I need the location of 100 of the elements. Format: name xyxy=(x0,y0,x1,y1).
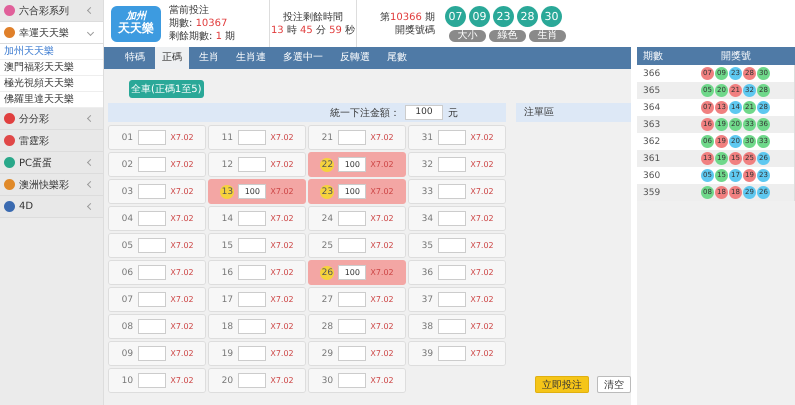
submenu-item[interactable]: 澳門福彩天天樂 xyxy=(0,60,103,76)
bet-amount-field[interactable]: 100 xyxy=(338,184,366,199)
bet-cell[interactable]: 39 X7.02 xyxy=(408,341,506,366)
tab[interactable]: 生肖連 xyxy=(229,47,273,69)
tab[interactable]: 尾數 xyxy=(380,47,414,69)
bet-cell[interactable]: 35 X7.02 xyxy=(408,233,506,258)
bet-amount-field[interactable] xyxy=(138,157,166,172)
bet-amount-field[interactable] xyxy=(338,211,366,226)
bet-amount-field[interactable] xyxy=(138,373,166,388)
bet-amount-field[interactable] xyxy=(438,184,466,199)
amount-field[interactable]: 100 xyxy=(405,105,443,120)
bet-cell[interactable]: 22 100 X7.02 xyxy=(308,152,406,177)
bet-amount-field[interactable] xyxy=(238,211,266,226)
bet-cell[interactable]: 21 X7.02 xyxy=(308,125,406,150)
bet-amount-field[interactable] xyxy=(438,346,466,361)
bet-amount-field[interactable]: 100 xyxy=(238,184,266,199)
tab[interactable]: 生肖 xyxy=(192,47,226,69)
bet-amount-field[interactable] xyxy=(438,265,466,280)
bet-cell[interactable]: 11 X7.02 xyxy=(208,125,306,150)
bet-cell[interactable]: 31 X7.02 xyxy=(408,125,506,150)
bet-cell[interactable]: 19 X7.02 xyxy=(208,341,306,366)
bet-amount-field[interactable] xyxy=(138,130,166,145)
bet-cell[interactable]: 07 X7.02 xyxy=(108,287,206,312)
bet-cell[interactable]: 09 X7.02 xyxy=(108,341,206,366)
bet-amount-field[interactable] xyxy=(438,238,466,253)
bet-cell[interactable]: 16 X7.02 xyxy=(208,260,306,285)
bet-cell[interactable]: 30 X7.02 xyxy=(308,368,406,393)
mode-button[interactable]: 全車(正碼1至5) xyxy=(129,80,204,98)
bet-cell[interactable]: 28 X7.02 xyxy=(308,314,406,339)
bet-amount-field[interactable] xyxy=(138,184,166,199)
bet-cell[interactable]: 38 X7.02 xyxy=(408,314,506,339)
bet-amount-field[interactable] xyxy=(338,238,366,253)
bet-cell[interactable]: 37 X7.02 xyxy=(408,287,506,312)
bet-amount-field[interactable] xyxy=(138,346,166,361)
bet-cell[interactable]: 12 X7.02 xyxy=(208,152,306,177)
tab[interactable]: 正碼 xyxy=(155,47,189,69)
bet-button[interactable]: 立即投注 xyxy=(535,376,589,393)
bet-cell[interactable]: 32 X7.02 xyxy=(408,152,506,177)
bet-cell[interactable]: 04 X7.02 xyxy=(108,206,206,231)
bet-cell[interactable]: 34 X7.02 xyxy=(408,206,506,231)
bet-cell[interactable]: 26 100 X7.02 xyxy=(308,260,406,285)
bet-amount-field[interactable]: 100 xyxy=(338,157,366,172)
bet-cell[interactable]: 05 X7.02 xyxy=(108,233,206,258)
bet-cell[interactable]: 03 X7.02 xyxy=(108,179,206,204)
bet-cell[interactable]: 13 100 X7.02 xyxy=(208,179,306,204)
clear-button[interactable]: 清空 xyxy=(597,376,631,393)
bet-amount-field[interactable] xyxy=(438,211,466,226)
bet-amount-field[interactable] xyxy=(238,157,266,172)
bet-amount-field[interactable] xyxy=(438,130,466,145)
bet-amount-field[interactable] xyxy=(238,238,266,253)
bet-amount-field[interactable] xyxy=(138,292,166,307)
odds-text: X7.02 xyxy=(370,187,394,196)
tag-button[interactable]: 綠色 xyxy=(489,30,526,42)
bet-amount-field[interactable] xyxy=(238,319,266,334)
tab[interactable]: 多選中一 xyxy=(276,47,330,69)
bet-amount-field[interactable] xyxy=(238,265,266,280)
bet-amount-field[interactable] xyxy=(338,292,366,307)
bet-amount-field[interactable] xyxy=(438,319,466,334)
bet-amount-field[interactable]: 100 xyxy=(338,265,366,280)
submenu-item[interactable]: 加州天天樂 xyxy=(0,44,103,60)
bet-amount-field[interactable] xyxy=(338,346,366,361)
bet-amount-field[interactable] xyxy=(138,319,166,334)
tab[interactable]: 特碼 xyxy=(118,47,152,69)
bet-cell[interactable]: 27 X7.02 xyxy=(308,287,406,312)
bet-cell[interactable]: 17 X7.02 xyxy=(208,287,306,312)
bet-amount-field[interactable] xyxy=(338,319,366,334)
tab[interactable]: 反轉選 xyxy=(333,47,377,69)
submenu-item[interactable]: 佛羅里達天天樂 xyxy=(0,92,103,108)
bet-cell[interactable]: 33 X7.02 xyxy=(408,179,506,204)
bet-cell[interactable]: 20 X7.02 xyxy=(208,368,306,393)
bet-cell[interactable]: 15 X7.02 xyxy=(208,233,306,258)
submenu-item[interactable]: 極光視頻天天樂 xyxy=(0,76,103,92)
bet-number: 02 xyxy=(120,160,134,170)
bet-cell[interactable]: 29 X7.02 xyxy=(308,341,406,366)
bet-amount-field[interactable] xyxy=(138,238,166,253)
info-text: 剩餘期數: 1 期 xyxy=(169,30,236,43)
bet-cell[interactable]: 10 X7.02 xyxy=(108,368,206,393)
sidebar-item[interactable]: 幸運天天樂 xyxy=(0,22,103,44)
bet-amount-field[interactable] xyxy=(338,130,366,145)
bet-cell[interactable]: 23 100 X7.02 xyxy=(308,179,406,204)
bet-amount-field[interactable] xyxy=(438,157,466,172)
bet-amount-field[interactable] xyxy=(238,346,266,361)
tag-button[interactable]: 生肖 xyxy=(529,30,566,42)
bet-cell[interactable]: 36 X7.02 xyxy=(408,260,506,285)
bet-amount-field[interactable] xyxy=(138,265,166,280)
bet-cell[interactable]: 24 X7.02 xyxy=(308,206,406,231)
bet-cell[interactable]: 08 X7.02 xyxy=(108,314,206,339)
bet-amount-field[interactable] xyxy=(238,130,266,145)
tag-button[interactable]: 大小 xyxy=(449,30,486,42)
bet-amount-field[interactable] xyxy=(438,292,466,307)
bet-cell[interactable]: 18 X7.02 xyxy=(208,314,306,339)
bet-amount-field[interactable] xyxy=(138,211,166,226)
bet-cell[interactable]: 06 X7.02 xyxy=(108,260,206,285)
bet-amount-field[interactable] xyxy=(238,373,266,388)
bet-cell[interactable]: 02 X7.02 xyxy=(108,152,206,177)
bet-amount-field[interactable] xyxy=(238,292,266,307)
bet-cell[interactable]: 14 X7.02 xyxy=(208,206,306,231)
bet-cell[interactable]: 25 X7.02 xyxy=(308,233,406,258)
bet-cell[interactable]: 01 X7.02 xyxy=(108,125,206,150)
bet-amount-field[interactable] xyxy=(338,373,366,388)
